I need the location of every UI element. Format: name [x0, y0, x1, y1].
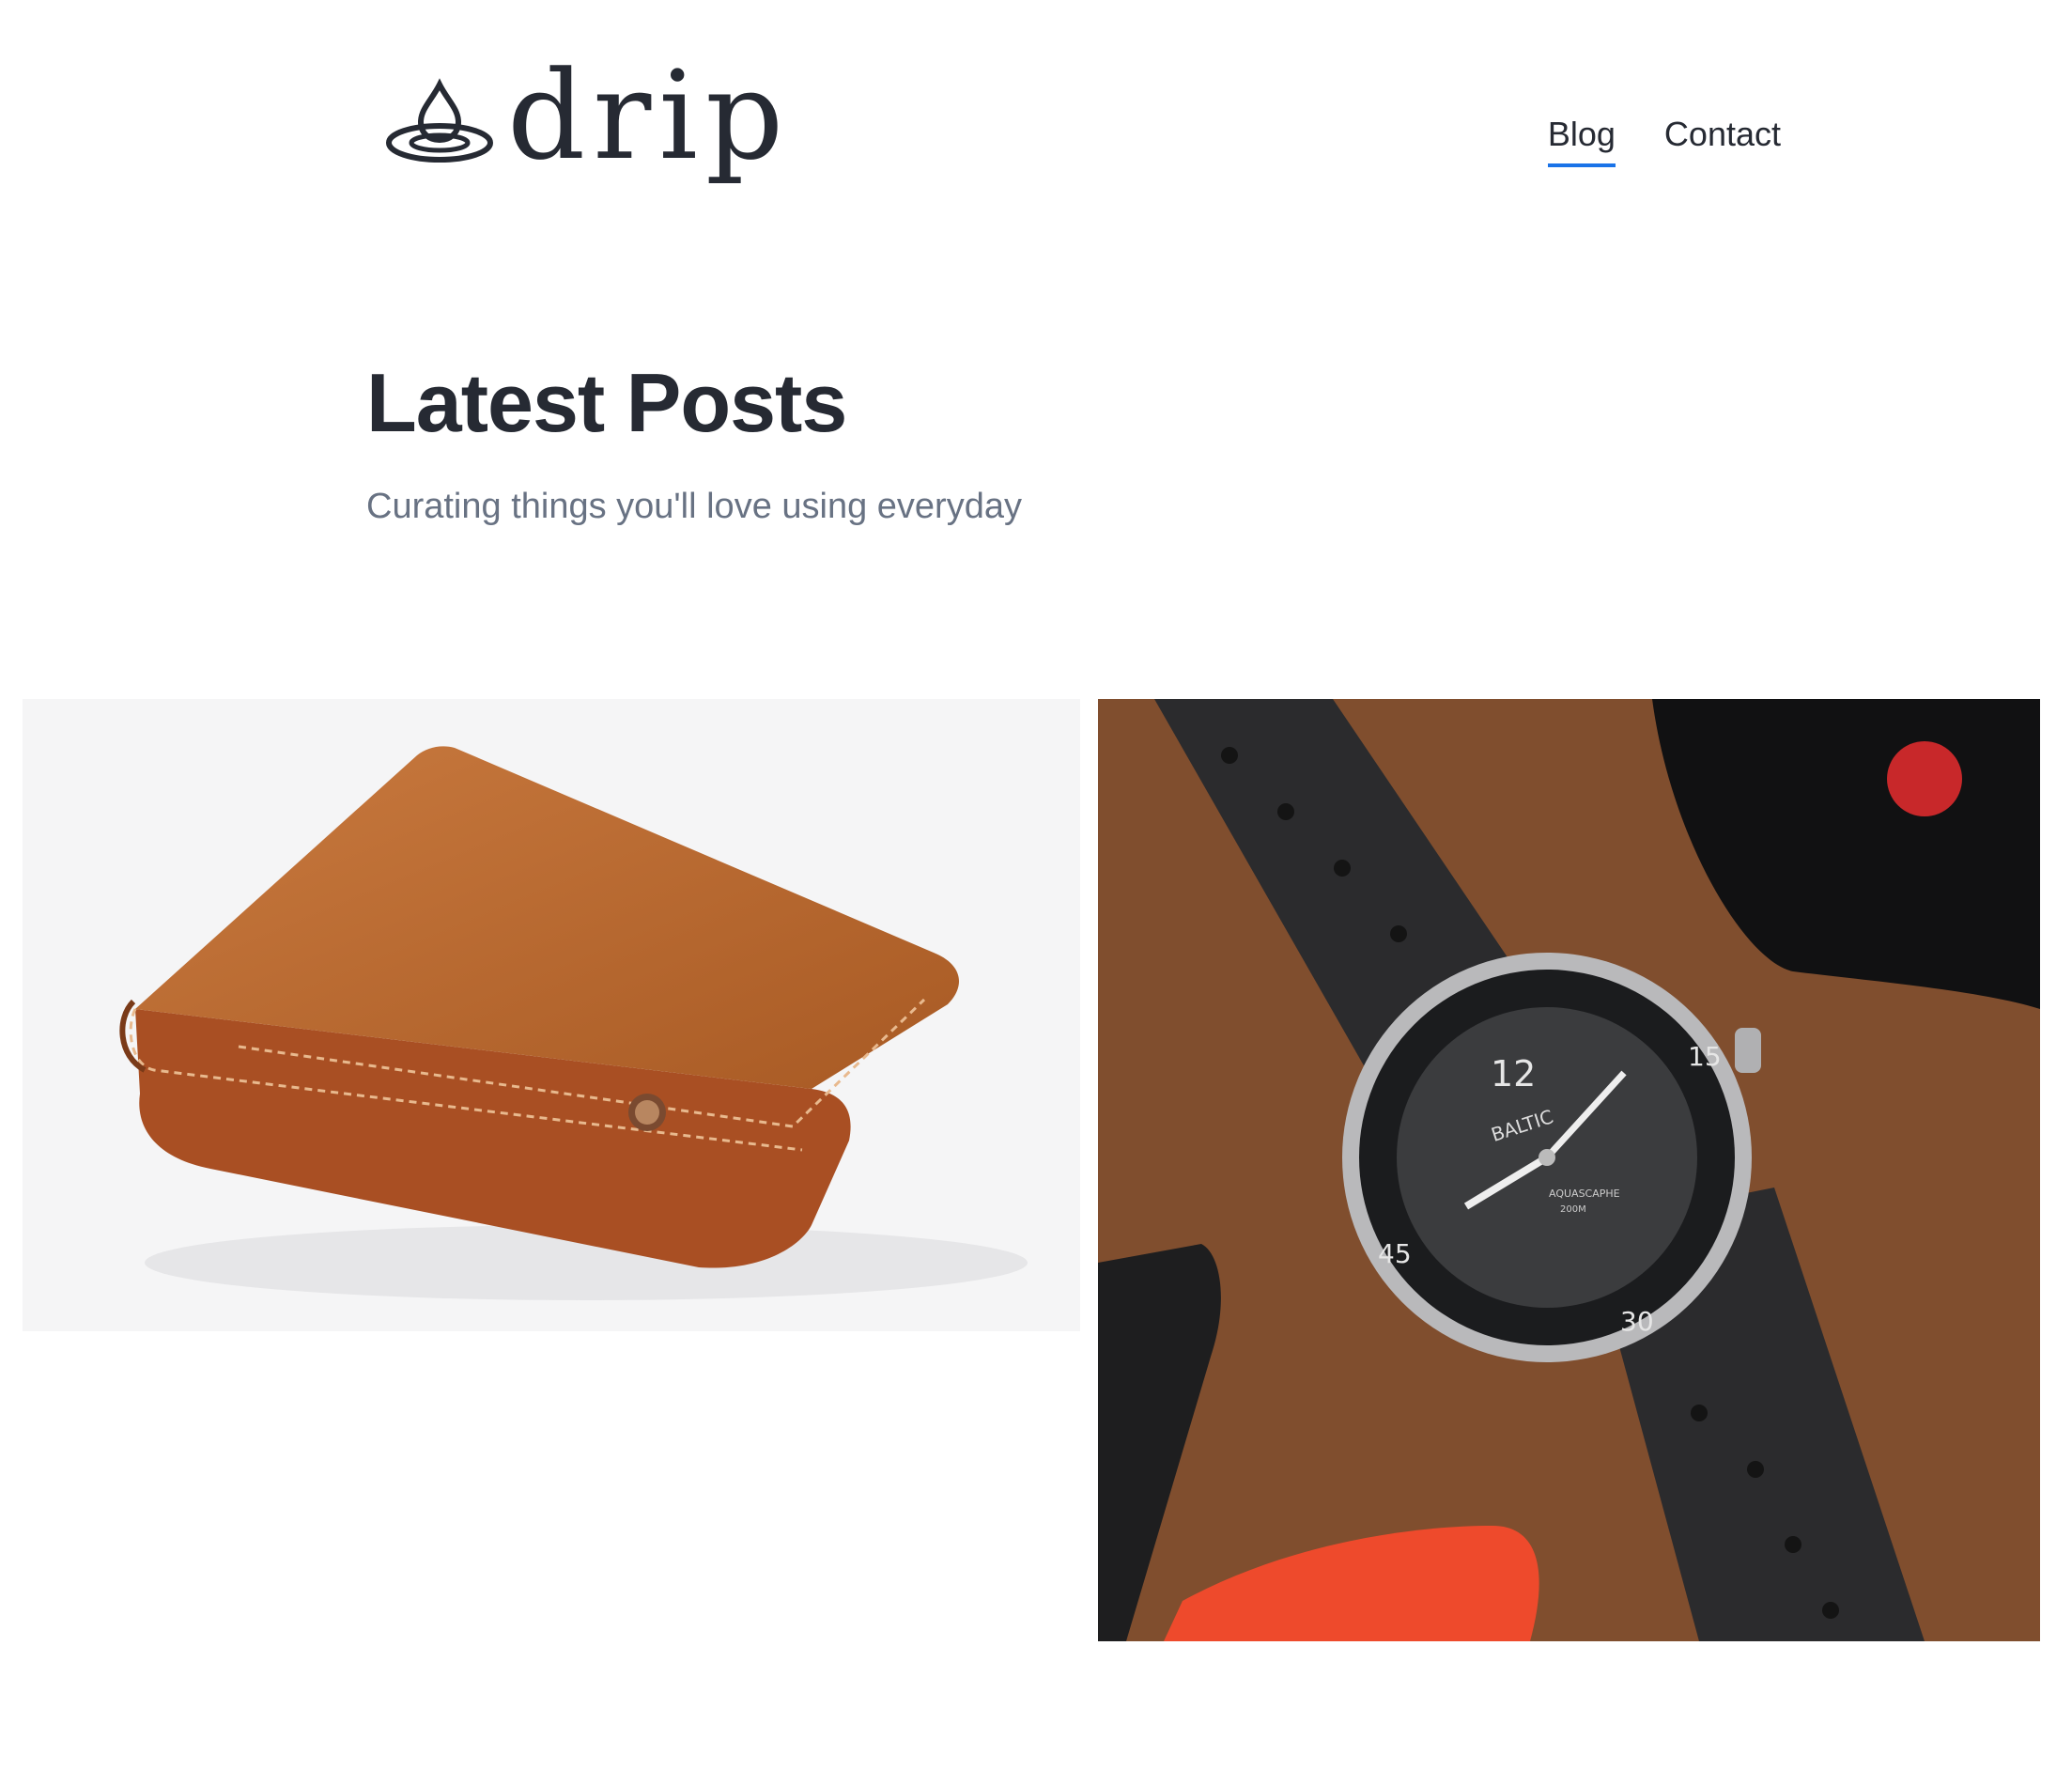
watch-depth: 200M	[1560, 1204, 1586, 1215]
site-header: drip Blog Contact	[0, 0, 2072, 282]
page-title: Latest Posts	[366, 356, 847, 449]
post-card-wallet[interactable]	[23, 699, 1080, 1331]
watch-model: AQUASCAPHE	[1549, 1188, 1620, 1200]
watch-bezel-15: 15	[1688, 1041, 1722, 1072]
post-card-watch[interactable]: 12 BALTIC AQUASCAPHE 200M 15 30 45	[1098, 699, 2040, 1641]
page-subtitle: Curating things you'll love using everyd…	[366, 487, 1022, 526]
watch-dial-12: 12	[1491, 1053, 1536, 1095]
wallet-image	[119, 746, 1028, 1300]
watch-bezel-30: 30	[1620, 1306, 1654, 1337]
watch-bezel-45: 45	[1378, 1238, 1412, 1269]
brand-wordmark: drip	[507, 44, 792, 187]
droplet-icon	[386, 78, 493, 163]
page-hero: Latest Posts Curating things you'll love…	[366, 355, 1022, 527]
nav-link-blog[interactable]: Blog	[1547, 115, 1616, 167]
main-nav: Blog Contact	[1547, 115, 1781, 167]
brand-logo[interactable]: drip	[385, 54, 791, 177]
watch-image: 12 BALTIC AQUASCAPHE 200M 15 30 45	[1098, 699, 2040, 1641]
nav-link-contact[interactable]: Contact	[1664, 115, 1781, 167]
